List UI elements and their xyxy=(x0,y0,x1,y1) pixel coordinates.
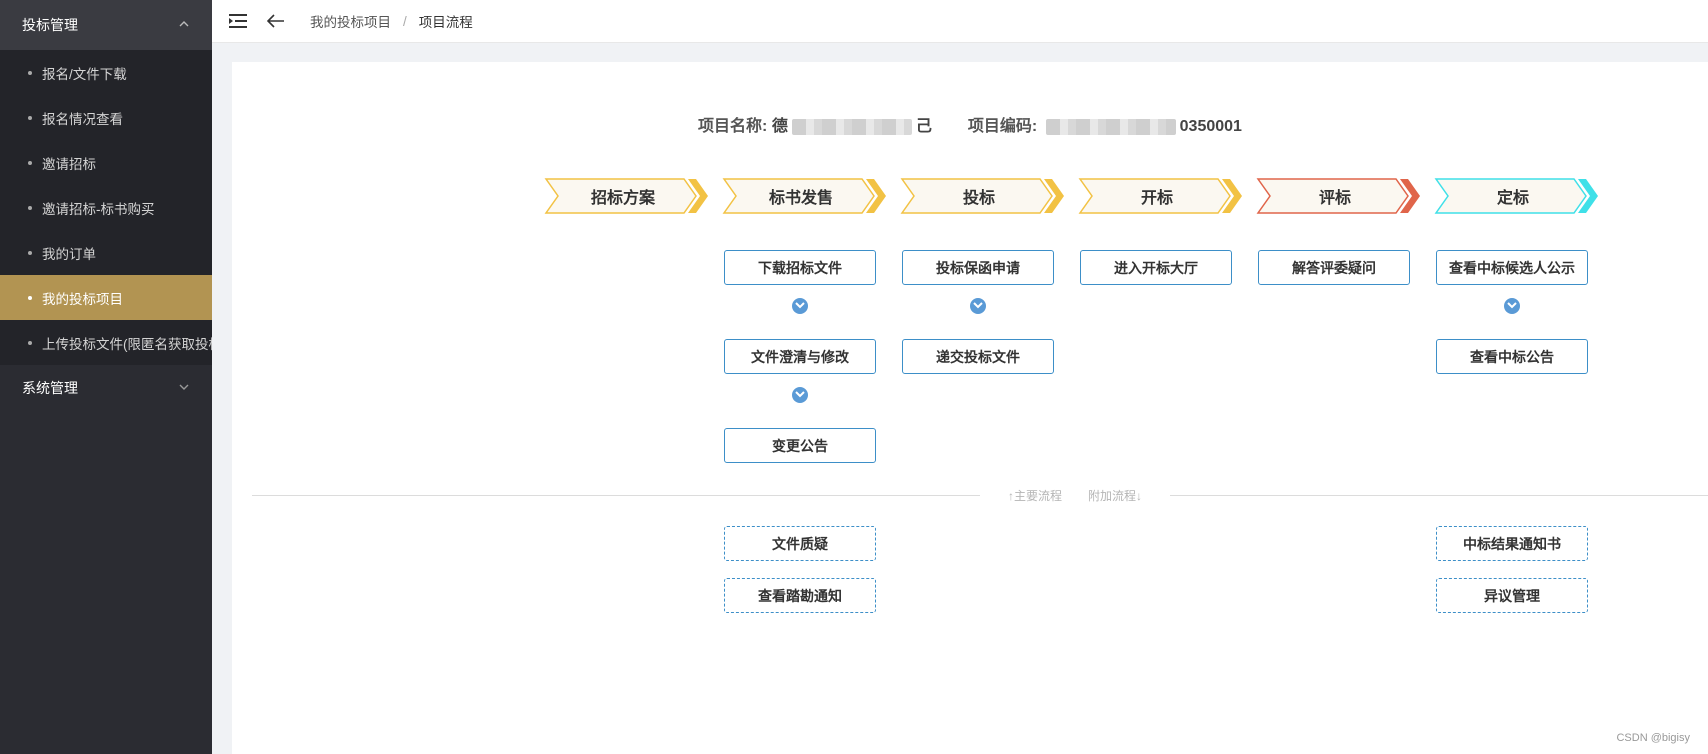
sidebar-item-my-orders[interactable]: 我的订单 xyxy=(0,230,212,275)
bullet-icon xyxy=(28,115,32,120)
arrow-down-icon xyxy=(1504,298,1520,314)
step-label: 开标 xyxy=(1140,190,1173,207)
main-flow-label: ↑主要流程 xyxy=(1007,489,1062,503)
sidebar-item-label: 我的投标项目 xyxy=(42,291,123,307)
project-name-label: 项目名称: xyxy=(698,118,768,135)
sidebar: 投标管理 报名/文件下载 报名情况查看 邀请招标 邀请招标-标书购买 我的订单 … xyxy=(0,0,212,754)
download-tender-doc-button[interactable]: 下载招标文件 xyxy=(724,250,876,285)
menu-group-system-management[interactable]: 系统管理 xyxy=(0,365,212,411)
content-panel: 项目名称: 德 己 项目编码: 0350001 招标方案 标书发售 投标 开标 评… xyxy=(232,62,1708,754)
menu-group-label: 投标管理 xyxy=(22,17,78,33)
step-doc-sale[interactable]: 标书发售 xyxy=(722,175,892,217)
breadcrumb-separator: / xyxy=(403,13,407,29)
step-label: 评标 xyxy=(1318,190,1351,207)
chevron-up-icon xyxy=(178,18,190,33)
bullet-icon xyxy=(28,205,32,210)
project-info: 项目名称: 德 己 项目编码: 0350001 xyxy=(232,112,1708,136)
project-code: 项目编码: 0350001 xyxy=(968,112,1242,136)
step-evaluation[interactable]: 评标 xyxy=(1256,175,1426,217)
view-award-notice-button[interactable]: 查看中标公告 xyxy=(1436,339,1588,374)
breadcrumb-current: 项目流程 xyxy=(418,15,473,30)
answer-question-button[interactable]: 解答评委疑问 xyxy=(1258,250,1410,285)
step-bid-opening[interactable]: 开标 xyxy=(1078,175,1248,217)
arrow-down-icon xyxy=(792,298,808,314)
menu-group-bid-management[interactable]: 投标管理 xyxy=(0,0,212,50)
project-name-suffix: 己 xyxy=(915,118,932,135)
submenu-list: 报名/文件下载 报名情况查看 邀请招标 邀请招标-标书购买 我的订单 我的投标项… xyxy=(0,50,212,365)
sidebar-item-upload-bid-file[interactable]: 上传投标文件(限匿名获取投标文件) xyxy=(0,320,212,365)
redacted-project-code xyxy=(1045,118,1176,135)
arrow-down-icon xyxy=(792,387,808,403)
breadcrumb: 我的投标项目 / 项目流程 xyxy=(310,11,473,31)
submit-bid-button[interactable]: 递交投标文件 xyxy=(902,339,1054,374)
enter-opening-hall-button[interactable]: 进入开标大厅 xyxy=(1080,250,1232,285)
bullet-icon xyxy=(28,70,32,75)
breadcrumb-parent-link[interactable]: 我的投标项目 xyxy=(310,11,391,31)
redacted-project-name xyxy=(791,118,912,135)
step-bidding[interactable]: 投标 xyxy=(900,175,1070,217)
site-visit-notice-button[interactable]: 查看踏勘通知 xyxy=(724,578,876,613)
step-label: 定标 xyxy=(1496,190,1529,207)
project-name: 项目名称: 德 己 xyxy=(698,112,932,136)
divider-labels: ↑主要流程 附加流程↓ xyxy=(980,487,1170,504)
bullet-icon xyxy=(28,160,32,165)
sidebar-item-label: 报名/文件下载 xyxy=(42,66,127,82)
bullet-icon xyxy=(28,250,32,255)
objection-management-button[interactable]: 异议管理 xyxy=(1436,578,1588,613)
step-label: 招标方案 xyxy=(590,190,655,207)
menu-fold-icon[interactable] xyxy=(226,9,250,33)
top-bar: 我的投标项目 / 项目流程 xyxy=(212,0,1708,43)
watermark: CSDN @bigisy xyxy=(1616,732,1690,744)
chevron-down-icon xyxy=(178,381,190,396)
doc-question-button[interactable]: 文件质疑 xyxy=(724,526,876,561)
sidebar-item-registration-status[interactable]: 报名情况查看 xyxy=(0,95,212,140)
bullet-icon xyxy=(28,340,32,345)
sidebar-item-label: 邀请招标 xyxy=(42,156,96,172)
view-candidate-notice-button[interactable]: 查看中标候选人公示 xyxy=(1436,250,1588,285)
arrow-down-icon xyxy=(970,298,986,314)
project-code-label: 项目编码: xyxy=(967,118,1038,135)
sidebar-item-my-bid-projects[interactable]: 我的投标项目 xyxy=(0,275,212,320)
sidebar-item-label: 上传投标文件(限匿名获取投标文件) xyxy=(42,336,212,352)
award-result-letter-button[interactable]: 中标结果通知书 xyxy=(1436,526,1588,561)
sidebar-item-invited-tender-purchase[interactable]: 邀请招标-标书购买 xyxy=(0,185,212,230)
sidebar-item-label: 报名情况查看 xyxy=(42,111,123,127)
sidebar-item-register-download[interactable]: 报名/文件下载 xyxy=(0,50,212,95)
sidebar-item-label: 我的订单 xyxy=(42,246,96,262)
change-notice-button[interactable]: 变更公告 xyxy=(724,428,876,463)
bid-guarantee-button[interactable]: 投标保函申请 xyxy=(902,250,1054,285)
step-bid-plan[interactable]: 招标方案 xyxy=(544,175,714,217)
extra-flow-label: 附加流程↓ xyxy=(1088,489,1143,503)
back-arrow-icon[interactable] xyxy=(264,9,288,33)
step-label: 投标 xyxy=(962,190,995,207)
step-award[interactable]: 定标 xyxy=(1434,175,1604,217)
doc-clarify-button[interactable]: 文件澄清与修改 xyxy=(724,339,876,374)
step-label: 标书发售 xyxy=(768,190,833,207)
sidebar-item-invited-tender[interactable]: 邀请招标 xyxy=(0,140,212,185)
project-code-suffix: 0350001 xyxy=(1179,118,1242,135)
menu-group-label: 系统管理 xyxy=(22,380,78,396)
bullet-icon xyxy=(28,295,32,300)
project-name-prefix: 德 xyxy=(771,118,788,135)
sidebar-item-label: 邀请招标-标书购买 xyxy=(42,201,155,217)
